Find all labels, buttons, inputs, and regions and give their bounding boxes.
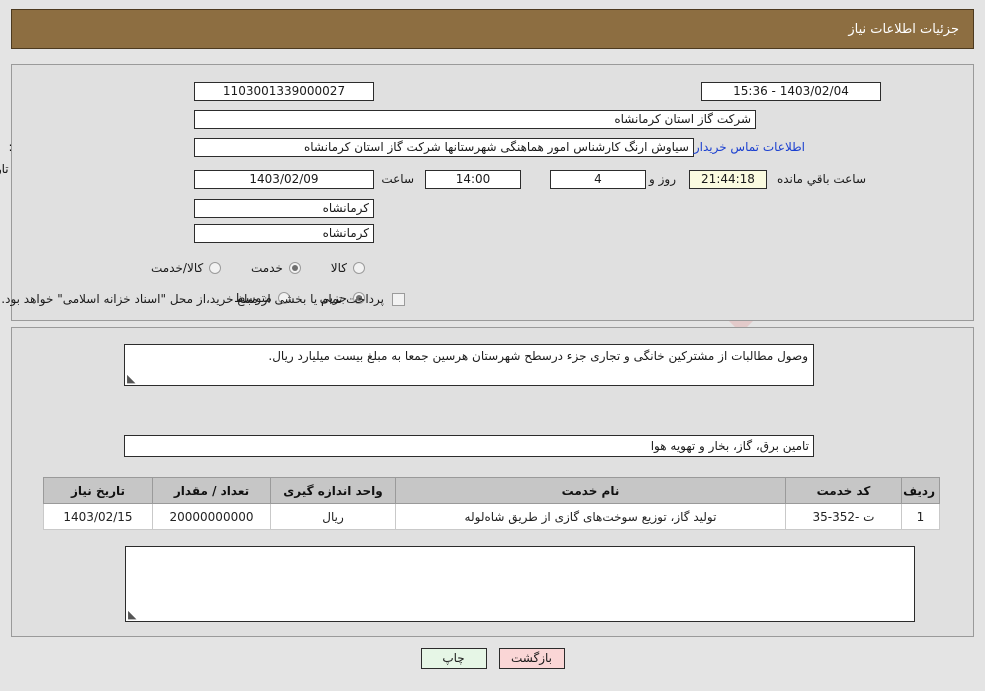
deadline-time-label: ساعت [381,172,414,186]
footer-button-bar: بازگشت چاپ [0,648,985,669]
delivery-province-value: کرمانشاه [194,199,374,218]
services-table: ردیف کد خدمت نام خدمت واحد اندازه گیری ت… [43,477,940,530]
creator-value: سیاوش ارنگ کارشناس امور هماهنگی شهرستانه… [194,138,694,157]
col-date: تاریخ نیاز [43,477,153,504]
radio-kala-khedmat-icon[interactable] [209,262,222,274]
cell-name: تولید گاز، توزیع سوخت‌های گازی از طریق ش… [395,503,786,530]
buyer-org-value: شرکت گاز استان کرمانشاه [194,110,756,129]
deadline-date-value: 1403/02/09 [194,170,374,189]
table-row: 1 ت -352-35 تولید گاز، توزیع سوخت‌های گا… [43,503,940,530]
category-option-kala[interactable]: کالا [331,261,365,275]
cell-code: ت -352-35 [785,503,902,530]
need-number-value: 1103001339000027 [194,82,374,101]
category-option-label-0: کالا [330,261,347,275]
treasury-checkbox[interactable] [392,292,405,306]
category-option-kala-khedmat[interactable]: کالا/خدمت [151,261,222,275]
table-header-row: ردیف کد خدمت نام خدمت واحد اندازه گیری ت… [43,477,940,504]
remaining-hours-label: ساعت باقي مانده [776,172,866,186]
resize-grip-icon[interactable]: ◢ [127,372,137,385]
delivery-city-value: کرمانشاه [194,224,374,243]
buyer-notes-textarea[interactable]: ◢ [125,546,915,622]
col-code: کد خدمت [785,477,902,504]
remaining-days-value: 4 [550,170,646,189]
service-group-value: تامین برق، گاز، بخار و تهویه هوا [124,435,814,457]
radio-kala-icon[interactable] [353,262,365,274]
summary-textarea[interactable]: وصول مطالبات از مشترکین خانگی و تجاری جز… [124,344,814,386]
need-info-panel [11,64,974,321]
col-name: نام خدمت [395,477,786,504]
cell-quantity: 20000000000 [152,503,271,530]
col-quantity: تعداد / مقدار [152,477,271,504]
cell-unit: ریال [270,503,396,530]
category-option-label-2: کالا/خدمت [151,261,204,275]
print-button[interactable]: چاپ [420,648,487,669]
radio-khedmat-icon[interactable] [288,262,301,274]
summary-value: وصول مطالبات از مشترکین خانگی و تجاری جز… [268,349,808,363]
deadline-time-value: 14:00 [425,170,521,189]
announce-datetime-value: 1403/02/04 - 15:36 [701,82,881,101]
cell-radif: 1 [901,503,940,530]
treasury-option[interactable]: پرداخت تمام یا بخشی از مبلغ خرید،از محل … [1,292,405,306]
cell-date: 1403/02/15 [43,503,153,530]
col-radif: ردیف [901,477,940,504]
buyer-contact-link[interactable]: اطلاعات تماس خریدار [694,140,805,154]
category-options: کالا خدمت کالا/خدمت [125,261,365,277]
back-button[interactable]: بازگشت [498,648,565,669]
buyer-notes-resize-grip-icon[interactable]: ◢ [128,608,138,621]
countdown-timer: 21:44:18 [689,170,767,189]
category-option-khedmat[interactable]: خدمت [251,261,301,275]
col-unit: واحد اندازه گیری [270,477,396,504]
page-title-bar: جزئیات اطلاعات نیاز [11,9,974,49]
category-option-label-1: خدمت [251,261,283,275]
remaining-days-label: روز و [649,172,676,186]
page-title: جزئیات اطلاعات نیاز [848,21,959,37]
treasury-text: پرداخت تمام یا بخشی از مبلغ خرید،از محل … [1,292,384,306]
